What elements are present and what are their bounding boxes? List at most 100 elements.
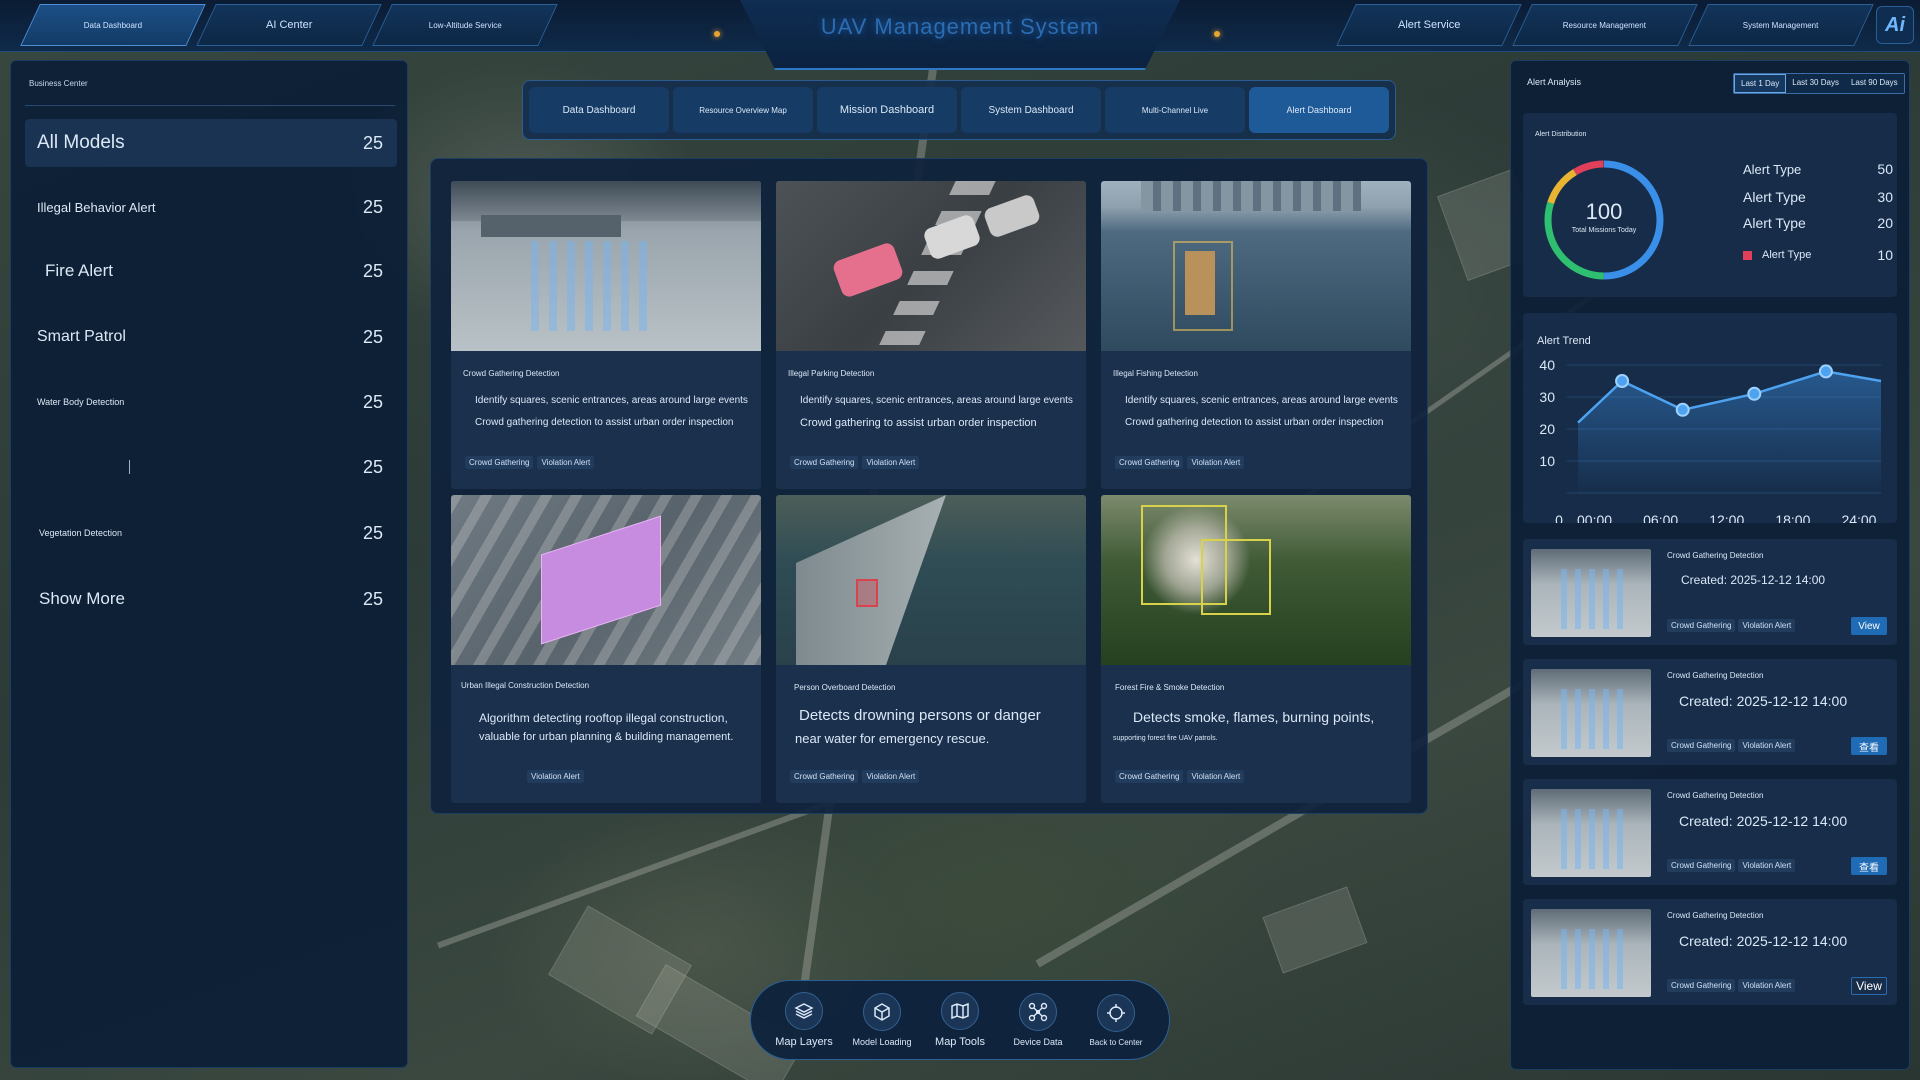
tool-back-to-center[interactable]: Back to Center xyxy=(1080,993,1152,1047)
alert-thumbnail xyxy=(1531,909,1651,997)
trend-point xyxy=(1615,374,1630,388)
model-item-illegal-behavior-alert[interactable]: Illegal Behavior Alert 25 xyxy=(25,183,397,231)
card-tag: Violation Alert xyxy=(1187,770,1245,783)
card-image-forest xyxy=(1101,495,1411,665)
model-item-label: Fire Alert xyxy=(45,261,114,280)
model-item-smart-patrol[interactable]: Smart Patrol 25 xyxy=(25,313,397,361)
ai-logo-icon[interactable]: Ai xyxy=(1876,6,1914,44)
alert-created-time: Created: 2025-12-12 14:00 xyxy=(1679,933,1848,949)
model-item-label: Smart Patrol xyxy=(37,328,126,345)
card-tag: Violation Alert xyxy=(862,770,920,783)
alert-item[interactable]: Crowd Gathering Detection Created: 2025-… xyxy=(1523,899,1897,1005)
legend-value: 30 xyxy=(1877,189,1893,205)
range-last-90-days[interactable]: Last 90 Days xyxy=(1844,74,1904,93)
tab-mission-dashboard[interactable]: Mission Dashboard xyxy=(817,87,957,133)
model-item-count: 25 xyxy=(362,588,383,609)
tool-model-loading[interactable]: Model Loading xyxy=(846,993,918,1047)
legend-name: Alert Type xyxy=(1743,189,1806,205)
card-tag: Violation Alert xyxy=(1187,456,1245,469)
layers-icon xyxy=(785,992,823,1030)
tab-system-dashboard[interactable]: System Dashboard xyxy=(961,87,1101,133)
range-last-30-days[interactable]: Last 30 Days xyxy=(1786,74,1845,93)
x-tick-label: 00:00 xyxy=(1577,512,1612,523)
model-item-water-body-detection[interactable]: Water Body Detection 25 xyxy=(25,378,397,426)
y-tick-label: 10 xyxy=(1539,453,1555,469)
left-panel-title: Business Center xyxy=(29,79,88,88)
alert-title: Crowd Gathering Detection xyxy=(1667,551,1764,560)
model-card-illegal-construction[interactable]: Urban Illegal Construction Detection Alg… xyxy=(451,495,761,803)
card-tag: Crowd Gathering xyxy=(790,770,859,783)
legend-name: Alert Type xyxy=(1762,249,1812,261)
card-description-line1: Identify squares, scenic entrances, area… xyxy=(800,395,1073,406)
alert-created-time: Created: 2025-12-12 14:00 xyxy=(1681,573,1826,587)
tool-device-data[interactable]: Device Data xyxy=(1002,993,1074,1047)
model-item-count: 25 xyxy=(362,132,383,153)
trend-area xyxy=(1578,371,1881,493)
dashboard-tabs: Data Dashboard Resource Overview Map Mis… xyxy=(522,80,1396,140)
card-description-line2: near water for emergency rescue. xyxy=(795,731,990,746)
card-description-line2: supporting forest fire UAV patrols. xyxy=(1113,735,1218,742)
alert-title: Crowd Gathering Detection xyxy=(1667,791,1764,800)
top-tab-resource-management[interactable]: Resource Management xyxy=(1512,4,1698,46)
model-item-all-models[interactable]: All Models 25 xyxy=(25,119,397,167)
cube-icon xyxy=(863,993,901,1031)
tab-resource-overview-map[interactable]: Resource Overview Map xyxy=(673,87,813,133)
model-item-show-more[interactable]: Show More 25 xyxy=(25,575,397,623)
model-card-illegal-parking[interactable]: Illegal Parking Detection Identify squar… xyxy=(776,181,1086,489)
model-item-label: All Models xyxy=(37,132,125,153)
view-button[interactable]: View xyxy=(1851,977,1887,995)
y-tick-label: 40 xyxy=(1539,357,1555,373)
right-panel-alert-analysis: Alert Analysis Last 1 Day Last 30 Days L… xyxy=(1510,60,1910,1070)
alert-distribution-title: Alert Distribution xyxy=(1535,131,1587,138)
legend-name: Alert Type xyxy=(1743,161,1802,177)
top-tab-alert-service[interactable]: Alert Service xyxy=(1336,4,1522,46)
model-card-grid: Crowd Gathering Detection Identify squar… xyxy=(430,158,1428,814)
alert-tag: Crowd Gathering xyxy=(1667,619,1736,632)
alert-thumbnail xyxy=(1531,789,1651,877)
total-missions-label: Total Missions Today xyxy=(1571,227,1637,234)
model-card-forest-fire[interactable]: Forest Fire & Smoke Detection Detects sm… xyxy=(1101,495,1411,803)
view-button[interactable]: View xyxy=(1851,617,1887,635)
alert-item[interactable]: Crowd Gathering Detection Created: 2025-… xyxy=(1523,779,1897,885)
alert-item[interactable]: Crowd Gathering Detection Created: 2025-… xyxy=(1523,539,1897,645)
model-item-vegetation-detection[interactable]: Vegetation Detection 25 xyxy=(25,509,397,557)
model-item-unnamed[interactable]: 25 xyxy=(25,443,397,491)
card-tag: Violation Alert xyxy=(527,770,584,783)
model-item-count: 25 xyxy=(362,260,383,281)
tab-multi-channel-live[interactable]: Multi-Channel Live xyxy=(1105,87,1245,133)
model-item-fire-alert[interactable]: Fire Alert 25 xyxy=(25,247,397,295)
top-tab-ai-center[interactable]: AI Center xyxy=(196,4,382,46)
model-card-crowd-gathering[interactable]: Crowd Gathering Detection Identify squar… xyxy=(451,181,761,489)
model-card-illegal-fishing[interactable]: Illegal Fishing Detection Identify squar… xyxy=(1101,181,1411,489)
top-tab-low-altitude-service[interactable]: Low-Altitude Service xyxy=(372,4,558,46)
view-button[interactable]: 查看 xyxy=(1851,857,1887,875)
legend-value: 20 xyxy=(1877,215,1893,231)
tool-map-tools[interactable]: Map Tools xyxy=(924,992,996,1048)
view-button[interactable]: 查看 xyxy=(1851,737,1887,755)
model-card-person-overboard[interactable]: Person Overboard Detection Detects drown… xyxy=(776,495,1086,803)
card-tag: Crowd Gathering xyxy=(1115,770,1184,783)
tool-map-layers[interactable]: Map Layers xyxy=(768,992,840,1048)
tab-data-dashboard[interactable]: Data Dashboard xyxy=(529,87,669,133)
alert-item[interactable]: Crowd Gathering Detection Created: 2025-… xyxy=(1523,659,1897,765)
divider xyxy=(25,105,395,106)
legend-item: Alert Type 20 xyxy=(1743,215,1893,231)
y-tick-label: 20 xyxy=(1539,421,1555,437)
model-item-count: 25 xyxy=(362,391,383,412)
card-description-line1: Identify squares, scenic entrances, area… xyxy=(1125,395,1398,406)
y-tick-label: 30 xyxy=(1539,389,1555,405)
tool-label: Map Layers xyxy=(775,1036,833,1048)
card-image-canal xyxy=(776,495,1086,665)
top-tab-data-dashboard[interactable]: Data Dashboard xyxy=(20,4,206,46)
x-tick-label: 24:00 xyxy=(1841,512,1876,523)
alert-tag: Crowd Gathering xyxy=(1667,859,1736,872)
model-item-count: 25 xyxy=(362,196,383,217)
tab-alert-dashboard[interactable]: Alert Dashboard xyxy=(1249,87,1389,133)
legend-value: 10 xyxy=(1877,247,1893,263)
alert-analysis-title: Alert Analysis xyxy=(1527,77,1582,87)
top-tab-system-management[interactable]: System Management xyxy=(1688,4,1874,46)
alert-created-time: Created: 2025-12-12 14:00 xyxy=(1679,813,1848,829)
range-last-1-day[interactable]: Last 1 Day xyxy=(1734,74,1787,93)
card-title: Forest Fire & Smoke Detection xyxy=(1115,683,1225,692)
card-description-line1: Detects smoke, flames, burning points, xyxy=(1133,709,1375,725)
